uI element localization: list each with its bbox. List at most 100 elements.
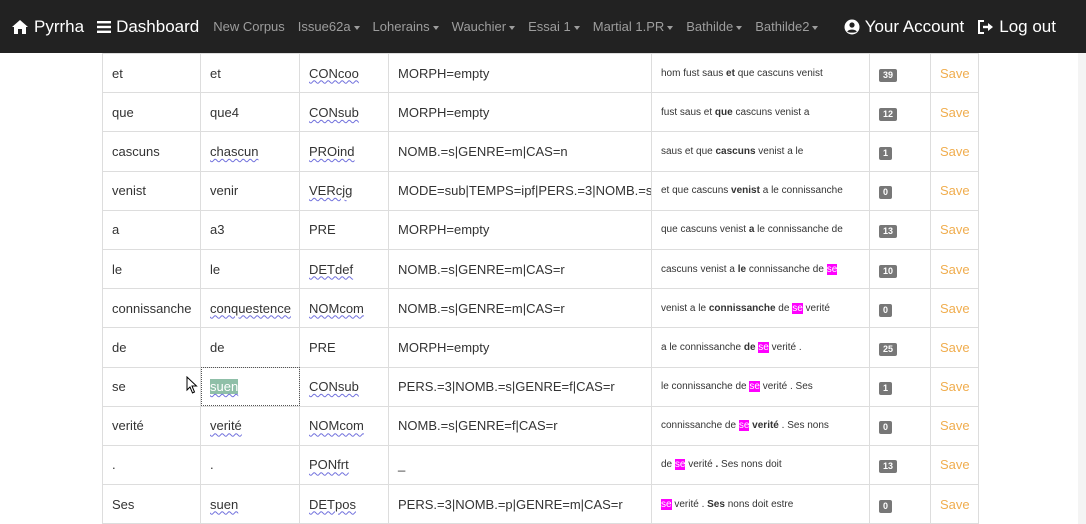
table-row: verité verité NOMcom NOMB.=s|GENRE=f|CAS=r c…: [102, 405, 979, 446]
context-text: verité .: [671, 498, 708, 510]
pos-cell[interactable]: PRE: [299, 327, 389, 368]
save-button[interactable]: Save: [930, 248, 979, 290]
pos-cell[interactable]: DETdef: [299, 248, 389, 290]
save-button[interactable]: Save: [930, 131, 979, 172]
lemma-cell[interactable]: suen: [200, 484, 300, 524]
lemma-cell[interactable]: et: [200, 52, 300, 94]
token-table-body: et et CONcoo MORPH=empty hom fust saus et qu…: [102, 52, 979, 524]
context-text: saus et que: [661, 145, 716, 157]
context-highlight: se: [758, 341, 769, 353]
save-button[interactable]: Save: [930, 288, 979, 329]
save-button[interactable]: Save: [930, 484, 979, 524]
save-label: Save: [940, 457, 970, 473]
top-navbar: Pyrrha Dashboard New Corpus Issue62a Loh…: [0, 0, 1086, 53]
count-cell: 12: [869, 92, 931, 133]
context-text: verité: [802, 302, 830, 314]
account-link[interactable]: Your Account: [844, 17, 964, 37]
nav-corpus-dropdown[interactable]: Essai 1: [528, 19, 580, 34]
pos-cell[interactable]: CONcoo: [299, 52, 389, 94]
save-button[interactable]: Save: [930, 170, 979, 211]
count-cell: 1: [869, 131, 931, 172]
save-label: Save: [940, 418, 970, 434]
save-button[interactable]: Save: [930, 209, 979, 250]
count-badge: 0: [879, 186, 893, 200]
lemma-cell[interactable]: a3: [200, 209, 300, 250]
brand-link[interactable]: Pyrrha: [12, 17, 84, 37]
nav-corpus-dropdown[interactable]: Bathilde2: [755, 19, 819, 34]
morph-cell[interactable]: MORPH=empty: [388, 92, 652, 133]
morph-cell[interactable]: NOMB.=s|GENRE=m|CAS=r: [388, 288, 652, 329]
save-button[interactable]: Save: [930, 366, 979, 407]
pos-text: DETdef: [309, 261, 354, 277]
lemma-cell[interactable]: le: [200, 248, 300, 290]
morph-cell[interactable]: PERS.=3|NOMB.=s|GENRE=f|CAS=r: [388, 366, 652, 407]
save-label: Save: [940, 104, 970, 120]
pos-text: VERcjg: [309, 183, 353, 199]
context-text: verité . Ses: [759, 381, 813, 393]
table-row: Ses suen DETpos PERS.=3|NOMB.=p|GENRE=m|CAS…: [102, 484, 979, 524]
count-cell: 0: [869, 170, 931, 211]
lemma-cell[interactable]: verité: [200, 405, 300, 446]
nav-corpus-dropdown[interactable]: Issue62a: [298, 19, 360, 34]
lemma-cell[interactable]: venir: [200, 170, 300, 211]
morph-cell[interactable]: MORPH=empty: [388, 327, 652, 368]
home-icon: [12, 19, 28, 34]
pos-cell[interactable]: CONsub: [299, 92, 389, 133]
pos-cell[interactable]: VERcjg: [299, 170, 389, 211]
form-text: de: [112, 339, 127, 355]
save-button[interactable]: Save: [930, 405, 979, 446]
logout-link[interactable]: Log out: [978, 17, 1056, 37]
lemma-cell[interactable]: chascun: [200, 131, 300, 172]
morph-value: NOMB.=s|GENRE=m|CAS=r: [398, 261, 565, 277]
save-button[interactable]: Save: [930, 92, 979, 133]
context-highlight: se: [674, 459, 686, 471]
morph-cell[interactable]: NOMB.=s|GENRE=m|CAS=n: [388, 131, 652, 172]
save-button[interactable]: Save: [930, 52, 979, 94]
table-row: cascuns chascun PROind NOMB.=s|GENRE=m|CAS=…: [102, 131, 979, 172]
morph-cell[interactable]: NOMB.=s|GENRE=f|CAS=r: [388, 405, 652, 446]
nav-corpus-dropdown[interactable]: Martial 1.PR: [593, 19, 674, 34]
lemma-cell[interactable]: que4: [200, 92, 300, 133]
pos-cell[interactable]: DETpos: [299, 484, 389, 524]
save-button[interactable]: Save: [930, 444, 979, 486]
context-cell: a le connissanche de se verité .: [651, 327, 870, 368]
morph-value: MORPH=empty: [398, 339, 490, 355]
lemma-cell[interactable]: suen: [200, 366, 300, 407]
context-text: Ses nons doit: [718, 459, 782, 471]
save-label: Save: [940, 65, 970, 81]
context-token: verité: [749, 420, 779, 432]
morph-cell[interactable]: MODE=sub|TEMPS=ipf|PERS.=3|NOMB.=s: [388, 170, 652, 211]
dashboard-link[interactable]: Dashboard: [97, 17, 199, 37]
lemma-text: que4: [210, 104, 239, 120]
nav-new-corpus[interactable]: New Corpus: [213, 19, 285, 34]
nav-corpus-dropdown[interactable]: Loherains: [373, 19, 439, 34]
caret-down-icon: [573, 25, 580, 30]
form-cell: verité: [102, 405, 201, 446]
table-row: que que4 CONsub MORPH=empty fust saus et que…: [102, 92, 979, 133]
lemma-cell[interactable]: de: [200, 327, 300, 368]
pos-text: NOMcom: [309, 300, 364, 316]
nav-corpus-dropdown[interactable]: Wauchier: [452, 19, 516, 34]
form-text: connissanche: [112, 300, 192, 316]
pos-cell[interactable]: PONfrt: [299, 444, 389, 486]
pos-cell[interactable]: CONsub: [299, 366, 389, 407]
lemma-cell[interactable]: .: [200, 444, 300, 486]
lemma-cell[interactable]: conquestence: [200, 288, 300, 329]
form-cell: Ses: [102, 484, 201, 524]
pos-cell[interactable]: NOMcom: [299, 405, 389, 446]
morph-value: MORPH=empty: [398, 65, 490, 81]
pos-cell[interactable]: NOMcom: [299, 288, 389, 329]
page-scrollbar[interactable]: [1078, 53, 1086, 524]
context-token: le: [737, 263, 747, 275]
morph-cell[interactable]: _: [388, 444, 652, 486]
pos-cell[interactable]: PROind: [299, 131, 389, 172]
nav-corpus-dropdown[interactable]: Bathilde: [686, 19, 743, 34]
morph-cell[interactable]: MORPH=empty: [388, 52, 652, 94]
morph-cell[interactable]: NOMB.=s|GENRE=m|CAS=r: [388, 248, 652, 290]
count-badge: 1: [879, 382, 893, 396]
morph-cell[interactable]: PERS.=3|NOMB.=p|GENRE=m|CAS=r: [388, 484, 652, 524]
save-button[interactable]: Save: [930, 327, 979, 368]
form-text: venist: [112, 183, 146, 199]
morph-cell[interactable]: MORPH=empty: [388, 209, 652, 250]
pos-cell[interactable]: PRE: [299, 209, 389, 250]
